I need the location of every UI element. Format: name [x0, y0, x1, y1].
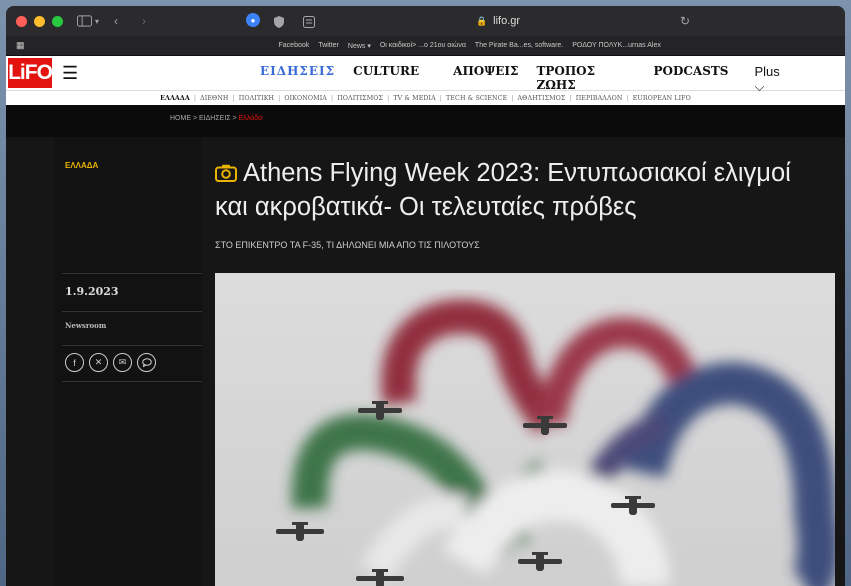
- nav-item-culture[interactable]: CULTURE: [353, 64, 419, 95]
- subnav-separator: |: [626, 94, 629, 102]
- minimize-window-button[interactable]: [34, 15, 45, 27]
- divider: [62, 311, 202, 312]
- subnav-separator: |: [232, 94, 235, 102]
- site-logo[interactable]: LiFO: [8, 58, 53, 88]
- reader-icon[interactable]: [298, 13, 320, 31]
- forward-icon[interactable]: ›: [133, 12, 155, 30]
- subnav-item[interactable]: ΠΕΡΙΒΑΛΛΟΝ: [576, 95, 623, 102]
- breadcrumb-bar: HOME > ΕΙΔΗΣΕΙΣ > Ελλάδα: [6, 105, 845, 137]
- window-controls: [16, 15, 63, 27]
- nav-item-lifestyle[interactable]: ΤΡΟΠΟΣ ΖΩΗΣ: [536, 64, 635, 95]
- back-icon[interactable]: ‹: [105, 12, 127, 30]
- subnav-item[interactable]: EUROPEAN LIFO: [633, 95, 691, 102]
- bookmark-item[interactable]: Twitter: [318, 42, 339, 50]
- subnav-separator: |: [387, 94, 390, 102]
- subnav-item[interactable]: ΟΙΚΟΝΟΜΙΑ: [284, 95, 327, 102]
- bookmark-item[interactable]: News ▾: [348, 42, 371, 50]
- subnav-item[interactable]: ΠΟΛΙΤΙΣΜΟΣ: [337, 95, 383, 102]
- subnav-separator: |: [569, 94, 572, 102]
- subnav-item[interactable]: TECH & SCIENCE: [446, 95, 507, 102]
- article-category[interactable]: ΕΛΛΑΔΑ: [65, 161, 98, 170]
- subnav-item[interactable]: ΑΘΛΗΤΙΣΜΟΣ: [518, 95, 566, 102]
- main-navigation: ΕΙΔΗΣΕΙΣ CULTURE ΑΠΟΨΕΙΣ ΤΡΟΠΟΣ ΖΩΗΣ POD…: [260, 64, 845, 95]
- subnav-item[interactable]: ΕΛΛΑΔΑ: [160, 95, 190, 102]
- divider: [62, 345, 202, 346]
- camera-icon: [215, 158, 237, 191]
- breadcrumb-home[interactable]: HOME: [170, 115, 191, 122]
- divider: [62, 381, 202, 382]
- nav-item-opinions[interactable]: ΑΠΟΨΕΙΣ: [453, 64, 518, 95]
- chevron-down-icon: ⌵: [754, 79, 765, 94]
- subnav-item[interactable]: ΠΟΛΙΤΙΚΗ: [239, 95, 274, 102]
- nav-item-podcasts[interactable]: PODCASTS: [653, 64, 728, 95]
- x-icon[interactable]: ✕: [89, 353, 108, 372]
- article-title: Athens Flying Week 2023: Εντυπωσιακοί ελ…: [215, 157, 825, 224]
- bookmark-item[interactable]: Facebook: [279, 42, 310, 50]
- address-text: lifo.gr: [493, 15, 521, 27]
- extension-icon[interactable]: ●: [246, 13, 260, 27]
- email-icon[interactable]: ✉: [113, 353, 132, 372]
- article-title-text: Athens Flying Week 2023: Εντυπωσιακοί ελ…: [215, 159, 791, 221]
- nav-item-news[interactable]: ΕΙΔΗΣΕΙΣ: [260, 64, 335, 95]
- subnav-separator: |: [439, 94, 443, 102]
- bookmarks-bar: ▦ Facebook Twitter News ▾ Οι καιδικοί> ...ο…: [6, 36, 845, 56]
- aerobatic-formation-photo: [276, 299, 840, 586]
- subnav-separator: |: [511, 94, 514, 102]
- toolbar-extension-icons: ●: [246, 13, 320, 31]
- article-date: 1.9.2023: [65, 285, 119, 298]
- breadcrumb-section[interactable]: ΕΙΔΗΣΕΙΣ: [199, 115, 231, 122]
- bookmark-item[interactable]: Οι καιδικοί> ...ο 21ου αιώνα: [380, 42, 466, 50]
- article-area: ΕΛΛΑΔΑ 1.9.2023 Newsroom f ✕ ✉ Athens Fl…: [6, 139, 845, 586]
- hamburger-menu-icon[interactable]: ☰: [62, 63, 78, 84]
- breadcrumb: HOME > ΕΙΔΗΣΕΙΣ > Ελλάδα: [170, 115, 263, 122]
- nav-plus-label: Plus: [754, 64, 780, 79]
- article-subtitle: ΣΤΟ ΕΠΙΚΕΝΤΡΟ ΤΑ F-35, ΤΙ ΔΗΛΩΝΕΙ ΜΙΑ ΑΠ…: [215, 240, 480, 250]
- zoom-window-button[interactable]: [52, 15, 63, 27]
- article-author[interactable]: Newsroom: [65, 321, 106, 330]
- subnav-item[interactable]: ΔΙΕΘΝΗ: [200, 95, 228, 102]
- bookmark-item[interactable]: The Pirate Ba...es, software.: [475, 42, 563, 50]
- article-hero-image: [215, 273, 840, 586]
- subnav-separator: |: [330, 94, 334, 102]
- share-buttons: f ✕ ✉: [65, 353, 156, 372]
- site-header: LiFO ☰ ΕΙΔΗΣΕΙΣ CULTURE ΑΠΟΨΕΙΣ ΤΡΟΠΟΣ Ζ…: [6, 56, 845, 94]
- facebook-icon[interactable]: f: [65, 353, 84, 372]
- breadcrumb-current[interactable]: Ελλάδα: [239, 115, 263, 122]
- subnav-separator: |: [278, 94, 281, 102]
- lock-icon: 🔒: [475, 15, 488, 26]
- close-window-button[interactable]: [16, 15, 27, 27]
- divider: [62, 273, 202, 274]
- bookmark-item[interactable]: ΡΟΔΟΥ ΠΟΛΥΚ...urnas Alex: [572, 42, 661, 50]
- nav-item-plus[interactable]: Plus ⌵: [754, 64, 827, 95]
- comment-icon[interactable]: [137, 353, 156, 372]
- sidebar-toggle-icon[interactable]: ▾: [77, 12, 99, 30]
- privacy-shield-icon[interactable]: [268, 13, 290, 31]
- browser-window: ▾ ‹ › ● 🔒 lifo.gr ↻ ▦ Facebook Twitter New…: [6, 6, 845, 586]
- title-bar: ▾ ‹ › ● 🔒 lifo.gr ↻: [6, 6, 845, 36]
- bookmarks-list: Facebook Twitter News ▾ Οι καιδικοί> ...ο 2…: [279, 42, 661, 50]
- apps-grid-icon[interactable]: ▦: [16, 40, 25, 51]
- subnav-item[interactable]: TV & MEDIA: [393, 95, 435, 102]
- subnav-separator: |: [193, 94, 197, 102]
- reload-icon[interactable]: ↻: [674, 12, 696, 30]
